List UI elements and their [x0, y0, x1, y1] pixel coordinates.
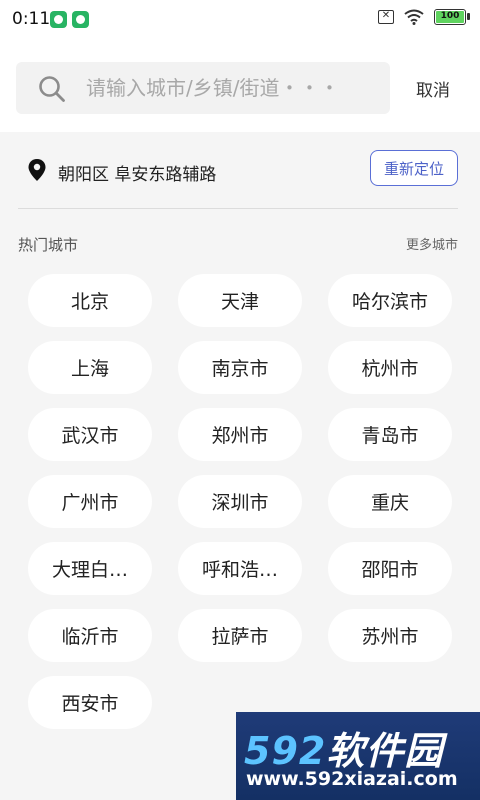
- city-button[interactable]: 青岛市: [328, 408, 452, 461]
- watermark-brand-number: 592: [244, 729, 327, 773]
- watermark-brand-text: 软件园: [326, 729, 444, 773]
- city-button[interactable]: 大理白…: [28, 542, 152, 595]
- battery-level: 100: [436, 11, 464, 23]
- no-sim-icon: ✕: [378, 10, 394, 24]
- current-location-row: 朝阳区 阜安东路辅路 重新定位: [0, 150, 480, 190]
- wifi-icon: [404, 9, 424, 25]
- city-button[interactable]: 邵阳市: [328, 542, 452, 595]
- city-button[interactable]: 杭州市: [328, 341, 452, 394]
- hot-cities-title: 热门城市: [18, 236, 79, 254]
- city-button[interactable]: 郑州市: [178, 408, 302, 461]
- cancel-button[interactable]: 取消: [416, 76, 450, 101]
- search-icon: [38, 75, 66, 107]
- hot-cities-grid: 北京 天津 哈尔滨市 上海 南京市 杭州市 武汉市 郑州市 青岛市 广州市 深圳…: [28, 274, 452, 729]
- search-header: 取消: [0, 40, 480, 132]
- city-button[interactable]: 南京市: [178, 341, 302, 394]
- city-button[interactable]: 拉萨市: [178, 609, 302, 662]
- more-cities-link[interactable]: 更多城市: [406, 234, 458, 253]
- city-button[interactable]: 重庆: [328, 475, 452, 528]
- city-button[interactable]: 苏州市: [328, 609, 452, 662]
- city-button[interactable]: 天津: [178, 274, 302, 327]
- current-location-text: 朝阳区 阜安东路辅路: [58, 165, 217, 185]
- city-button[interactable]: 深圳市: [178, 475, 302, 528]
- status-time: 0:11: [12, 9, 51, 29]
- battery-icon: 100: [434, 9, 470, 25]
- city-button[interactable]: 广州市: [28, 475, 152, 528]
- city-button[interactable]: 西安市: [28, 676, 152, 729]
- relocate-button[interactable]: 重新定位: [370, 150, 458, 186]
- divider: [18, 208, 458, 209]
- city-button[interactable]: 呼和浩…: [178, 542, 302, 595]
- city-button[interactable]: 上海: [28, 341, 152, 394]
- search-box[interactable]: [16, 62, 390, 114]
- location-pin-icon: [28, 159, 46, 185]
- search-input[interactable]: [86, 62, 376, 114]
- city-button[interactable]: 哈尔滨市: [328, 274, 452, 327]
- city-button[interactable]: 武汉市: [28, 408, 152, 461]
- shield-app-icon: [72, 11, 89, 28]
- watermark-brand: 592软件园: [244, 720, 443, 775]
- watermark-url: www.592xiazai.com: [246, 768, 458, 790]
- shield-app-icon: [50, 11, 67, 28]
- city-button[interactable]: 北京: [28, 274, 152, 327]
- watermark-logo: 592软件园 www.592xiazai.com: [236, 712, 480, 800]
- status-bar: 0:11 ✕ 100: [0, 0, 480, 40]
- city-button[interactable]: 临沂市: [28, 609, 152, 662]
